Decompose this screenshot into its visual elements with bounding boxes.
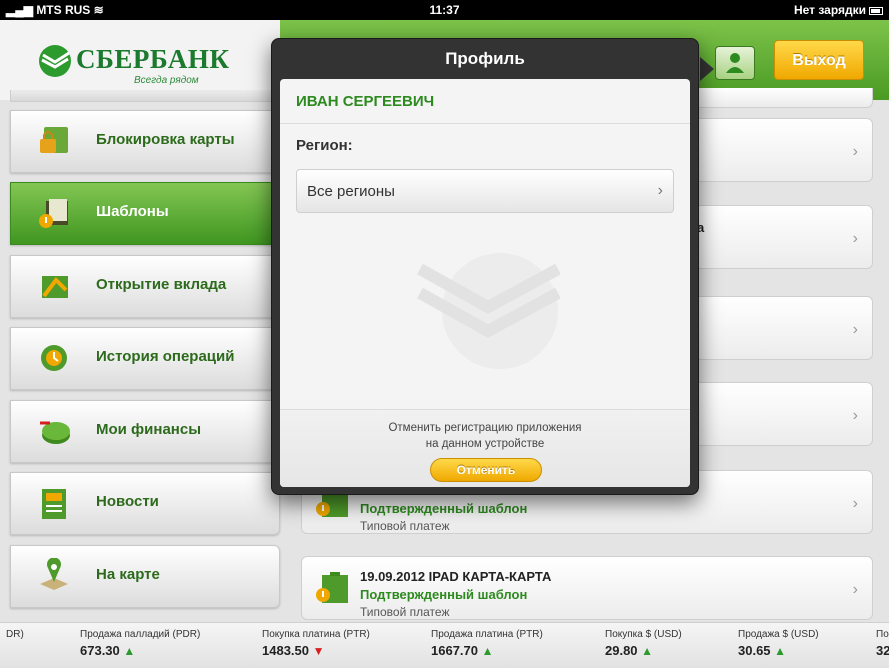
sidebar-item-label: История операций — [96, 348, 235, 365]
ticker-item: Покупка платина (PTR) 1483.50 ▼ — [262, 629, 370, 658]
ticker-label: Продажа платина (PTR) — [431, 629, 543, 640]
status-bar: ▂▄▆ MTS RUS ≋ 11:37 Нет зарядки — [0, 0, 889, 20]
region-value: Все регионы — [307, 183, 395, 200]
user-name: ИВАН СЕРГЕЕВИЧ — [296, 93, 435, 110]
ticker-item: Продажа палладий (PDR) 673.30 ▲ — [80, 629, 200, 658]
ticker-item: Покупка $ (USD) 29.80 ▲ — [605, 629, 682, 658]
sberbank-logo-icon — [39, 45, 71, 77]
chevron-right-icon: › — [852, 321, 858, 338]
map-pin-icon — [40, 558, 68, 590]
sberbank-watermark-icon — [417, 253, 560, 369]
sidebar-item-news[interactable]: Новости — [10, 472, 280, 535]
ticker-value: 30.65 ▲ — [738, 643, 787, 658]
arrow-up-icon: ▲ — [641, 644, 654, 658]
ticker-label: По — [876, 629, 889, 640]
profile-button[interactable] — [715, 46, 755, 80]
unregister-text: Отменить регистрацию приложения на данно… — [280, 420, 690, 452]
ticker-item: По 32 — [876, 629, 889, 658]
region-label: Регион: — [296, 137, 353, 154]
unregister-section: Отменить регистрацию приложения на данно… — [280, 409, 690, 487]
template-kind: Типовой платеж — [360, 519, 450, 533]
arrow-up-icon: ▲ — [481, 644, 494, 658]
unregister-line-2: на данном устройстве — [425, 438, 545, 450]
ticker-value: 1667.70 ▲ — [431, 643, 494, 658]
news-icon — [42, 489, 66, 519]
chevron-right-icon: › — [657, 182, 663, 199]
logout-button[interactable]: Выход — [774, 40, 864, 80]
template-title: 19.09.2012 IPAD КАРТА-КАРТА — [360, 569, 552, 584]
arrow-up-icon: ▲ — [774, 644, 787, 658]
template-folder-icon — [316, 572, 348, 603]
clock: 11:37 — [429, 3, 460, 17]
battery-status: Нет зарядки — [794, 3, 883, 17]
ticker-value: 673.30 ▲ — [80, 643, 136, 658]
sidebar-item-templates[interactable]: Шаблоны — [10, 182, 280, 245]
sidebar-item-deposit[interactable]: Открытие вклада — [10, 255, 280, 318]
popover-body: ИВАН СЕРГЕЕВИЧ Регион: Все регионы › Отм… — [280, 79, 690, 487]
ticker-value: 32 — [876, 643, 889, 658]
user-icon — [726, 53, 744, 73]
popover-title: Профиль — [445, 49, 525, 68]
ticker-label: Продажа $ (USD) — [738, 629, 819, 640]
chevron-right-icon: › — [852, 143, 858, 160]
template-status: Подтвержденный шаблон — [360, 587, 528, 602]
template-item[interactable]: 19.09.2012 IPAD КАРТА-КАРТА Подтвержденн… — [301, 556, 873, 620]
sidebar-item-finance[interactable]: Мои финансы — [10, 400, 280, 463]
chevron-right-icon: › — [852, 407, 858, 424]
ticker-label: Продажа палладий (PDR) — [80, 629, 201, 640]
history-icon — [41, 345, 67, 371]
templates-icon — [39, 199, 68, 228]
ticker-item: Продажа $ (USD) 30.65 ▲ — [738, 629, 819, 658]
chevron-right-icon: › — [852, 581, 858, 598]
chevron-right-icon: › — [852, 230, 858, 247]
template-status: Подтвержденный шаблон — [360, 501, 528, 516]
ticker-item: Продажа платина (PTR) 1667.70 ▲ — [431, 629, 543, 658]
sidebar-item-label: Мои финансы — [96, 421, 202, 438]
popover-arrow — [700, 57, 714, 81]
template-kind: Типовой платеж — [360, 605, 450, 619]
ticker-item: DR) — [6, 629, 24, 640]
ticker-label: Покупка платина (PTR) — [262, 629, 370, 640]
sidebar-top-edge — [10, 90, 280, 102]
sidebar-item-label: Открытие вклада — [96, 276, 227, 293]
sidebar-item-label: Новости — [96, 493, 159, 510]
sidebar-item-label: Блокировка карты — [96, 131, 235, 148]
battery-icon — [869, 6, 883, 15]
arrow-down-icon: ▼ — [312, 644, 325, 658]
chevron-right-icon: › — [852, 495, 858, 512]
sidebar-item-label: На карте — [96, 566, 160, 583]
card-lock-icon — [40, 127, 68, 153]
region-selector[interactable]: Все регионы › — [296, 169, 674, 213]
ticker-label: Покупка $ (USD) — [605, 629, 682, 640]
profile-popover: Профиль ИВАН СЕРГЕЕВИЧ Регион: Все регио… — [271, 38, 699, 495]
finance-pie-icon — [40, 421, 70, 444]
unregister-line-1: Отменить регистрацию приложения — [388, 422, 582, 434]
arrow-up-icon: ▲ — [123, 644, 136, 658]
sidebar-item-history[interactable]: История операций — [10, 327, 280, 390]
sidebar-item-card-lock[interactable]: Блокировка карты — [10, 110, 280, 173]
brand-name: СБЕРБАНК — [76, 44, 230, 74]
ticker-label: DR) — [6, 629, 24, 640]
deposit-icon — [42, 276, 68, 298]
sidebar-item-map[interactable]: На карте — [10, 545, 280, 608]
ticker-value: 29.80 ▲ — [605, 643, 654, 658]
brand-header: СБЕРБАНК Всегда рядом — [0, 20, 280, 100]
brand-slogan: Всегда рядом — [134, 75, 199, 86]
ticker-value: 1483.50 ▼ — [262, 643, 325, 658]
divider — [280, 123, 690, 124]
sidebar-item-label: Шаблоны — [96, 203, 169, 220]
rates-ticker: DR) Продажа палладий (PDR) 673.30 ▲ Поку… — [0, 622, 889, 668]
cancel-registration-button[interactable]: Отменить — [430, 458, 542, 482]
